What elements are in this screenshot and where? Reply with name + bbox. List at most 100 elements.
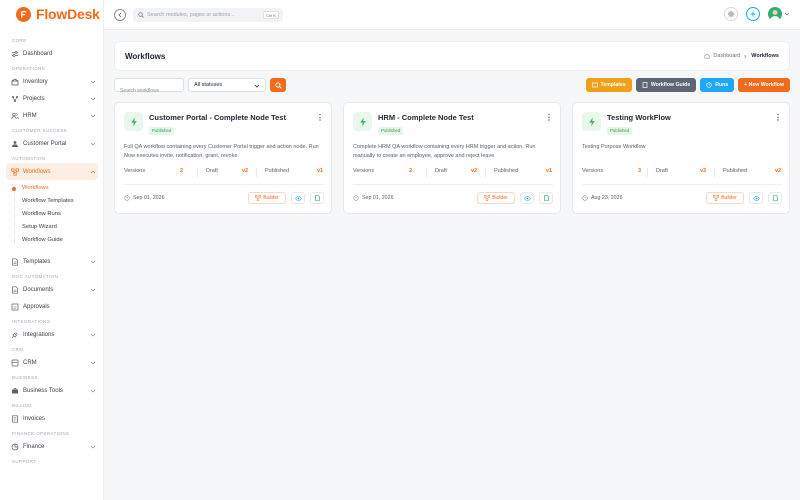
flowdesk-logo-icon <box>16 6 31 22</box>
card-actions: Builder <box>477 192 553 204</box>
sidebar-item-label: Approvals <box>23 303 50 310</box>
chevron-down-icon <box>90 332 96 338</box>
draft-label: Draft <box>197 168 218 177</box>
builder-button[interactable]: Builder <box>248 192 286 204</box>
sidebar-item-customer-portal[interactable]: Customer Portal <box>0 135 103 152</box>
published-label: Published <box>714 168 747 177</box>
view-button[interactable] <box>291 192 305 204</box>
document-button[interactable] <box>310 192 324 204</box>
chevron-right-icon <box>744 54 747 58</box>
draft-label: Draft <box>647 168 668 177</box>
approval-icon <box>11 303 19 311</box>
submenu-item-workflow-templates[interactable]: Workflow Templates <box>14 195 103 208</box>
user-menu[interactable] <box>768 7 790 21</box>
section-label-core: CORE <box>12 38 27 43</box>
workflow-search[interactable] <box>114 78 184 97</box>
runs-button[interactable]: Runs <box>700 78 735 92</box>
quick-add-button[interactable] <box>746 7 760 21</box>
more-options-icon[interactable]: ⋮ <box>545 113 553 122</box>
sidebar-item-label: Customer Portal <box>23 140 67 147</box>
workflow-title[interactable]: Customer Portal - Complete Node Test <box>149 113 286 122</box>
clock-icon <box>706 82 712 88</box>
workflow-stats: Versions 2 Draft v2 Published v1 <box>124 168 324 178</box>
crm-icon <box>11 359 19 367</box>
published-label: Published <box>485 168 518 177</box>
section-label-customer-success: CUSTOMER SUCCESS <box>12 128 68 133</box>
submenu-item-workflows[interactable]: Workflows <box>12 182 103 195</box>
view-button[interactable] <box>749 192 763 204</box>
sidebar-item-projects[interactable]: Projects <box>0 90 103 107</box>
sidebar-item-finance[interactable]: Finance <box>0 438 103 455</box>
document-icon <box>11 285 19 294</box>
card-actions: Builder <box>248 192 324 204</box>
submenu-item-workflow-guide[interactable]: Workflow Guide <box>14 234 103 247</box>
sidebar-item-invoices[interactable]: Invoices <box>0 410 103 427</box>
templates-button-label: Templates <box>600 82 626 88</box>
workflow-date-text: Sep 01, 2026 <box>362 195 394 201</box>
divider <box>124 184 324 185</box>
sidebar-item-business-tools[interactable]: Business Tools <box>0 382 103 399</box>
global-search-input[interactable] <box>147 12 257 18</box>
chevron-down-icon <box>90 96 96 102</box>
workflow-guide-button-label: Workflow Guide <box>650 82 691 88</box>
published-version: v2 <box>775 168 782 174</box>
document-button[interactable] <box>539 192 553 204</box>
more-options-icon[interactable]: ⋮ <box>316 113 324 122</box>
builder-button[interactable]: Builder <box>706 192 744 204</box>
search-submit-button[interactable] <box>270 78 286 92</box>
shortcut-hint: Ctrl K <box>263 11 279 19</box>
sidebar-item-approvals[interactable]: Approvals <box>0 298 103 315</box>
settings-button[interactable] <box>724 7 738 21</box>
eye-icon <box>752 195 760 201</box>
breadcrumb: Dashboard Workflows <box>704 53 779 59</box>
search-icon <box>138 12 144 18</box>
breadcrumb-home[interactable]: Dashboard <box>713 53 740 59</box>
page-header: Workflows Dashboard Workflows <box>114 41 790 71</box>
sidebar-item-label: Inventory <box>23 78 48 85</box>
chevron-down-icon <box>90 79 96 85</box>
builder-button[interactable]: Builder <box>477 192 515 204</box>
workflow-card[interactable]: HRM - Complete Node Test Published ⋮ Com… <box>343 102 561 214</box>
published-version: v1 <box>317 168 324 174</box>
more-options-icon[interactable]: ⋮ <box>774 113 782 122</box>
submenu-item-setup-wizard[interactable]: Setup Wizard <box>14 221 103 234</box>
brand-logo[interactable]: FlowDesk <box>16 6 100 22</box>
document-button[interactable] <box>768 192 782 204</box>
document-icon <box>543 195 549 201</box>
inventory-icon <box>11 78 19 86</box>
new-workflow-button[interactable]: + New Workflow <box>738 78 790 92</box>
sidebar-item-documents[interactable]: Documents <box>0 281 103 298</box>
workflow-search-input[interactable] <box>115 85 183 97</box>
global-search[interactable]: Ctrl K <box>133 8 283 22</box>
view-button[interactable] <box>520 192 534 204</box>
pie-chart-icon <box>11 443 19 451</box>
status-filter-select[interactable]: All statuses <box>188 78 266 92</box>
workflow-title[interactable]: HRM - Complete Node Test <box>378 113 474 122</box>
collapse-sidebar-button[interactable] <box>114 9 126 21</box>
sidebar-item-workflows[interactable]: Workflows <box>6 163 98 180</box>
workflow-card[interactable]: Testing WorkFlow Published ⋮ Testing Pur… <box>572 102 790 214</box>
sidebar-item-integrations[interactable]: Integrations <box>0 326 103 343</box>
builder-button-label: Builder <box>721 195 737 201</box>
workflow-date: Sep 01, 2026 <box>124 195 165 201</box>
chevron-left-icon <box>118 12 122 18</box>
page-title: Workflows <box>125 52 166 61</box>
workflow-card[interactable]: Customer Portal - Complete Node Test Pub… <box>114 102 332 214</box>
workflow-icon <box>713 195 720 201</box>
sidebar-item-dashboard[interactable]: Dashboard <box>0 45 103 62</box>
builder-button-label: Builder <box>263 195 279 201</box>
workflow-toolbar: All statuses Templates Workflow Guide Ru… <box>114 78 790 97</box>
sidebar-item-hrm[interactable]: HRM <box>0 107 103 124</box>
chevron-down-icon <box>784 12 790 16</box>
status-badge: Published <box>378 127 404 135</box>
workflow-description: Complete HRM QA workflow containing ever… <box>353 144 536 159</box>
workflow-guide-button[interactable]: Workflow Guide <box>635 78 697 92</box>
sidebar-item-inventory[interactable]: Inventory <box>0 73 103 90</box>
draft-version: v2 <box>242 168 249 174</box>
submenu-item-workflow-runs[interactable]: Workflow Runs <box>14 208 103 221</box>
sidebar-item-templates[interactable]: Templates <box>0 253 103 270</box>
templates-button[interactable]: Templates <box>585 78 632 92</box>
sidebar-item-crm[interactable]: CRM <box>0 354 103 371</box>
workflow-title[interactable]: Testing WorkFlow <box>607 113 671 122</box>
plus-icon <box>750 11 756 17</box>
